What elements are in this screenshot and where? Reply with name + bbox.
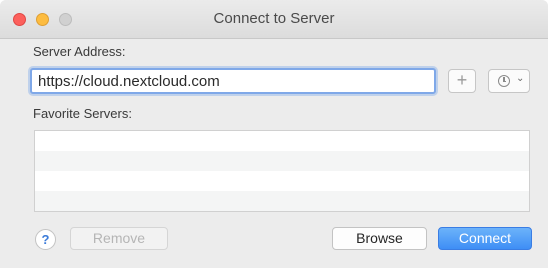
favorite-servers-list[interactable] (34, 130, 530, 212)
plus-icon: + (456, 70, 468, 90)
title-bar: Connect to Server (0, 0, 548, 39)
help-button[interactable]: ? (35, 229, 56, 250)
list-item[interactable] (35, 131, 529, 151)
connect-to-server-window: Connect to Server Server Address: + ⌄ Fa… (0, 0, 548, 268)
favorite-servers-label: Favorite Servers: (33, 106, 132, 121)
list-item[interactable] (35, 151, 529, 171)
connect-button[interactable]: Connect (438, 227, 532, 250)
list-item[interactable] (35, 171, 529, 191)
list-item[interactable] (35, 191, 529, 211)
server-address-label: Server Address: (33, 44, 126, 59)
add-favorite-button[interactable]: + (448, 69, 476, 93)
chevron-down-icon: ⌄ (516, 73, 525, 84)
remove-button[interactable]: Remove (70, 227, 168, 250)
clock-icon (498, 75, 510, 87)
window-title: Connect to Server (213, 10, 335, 27)
recent-servers-button[interactable]: ⌄ (488, 69, 530, 93)
server-address-input[interactable] (30, 68, 436, 94)
browse-button[interactable]: Browse (332, 227, 427, 250)
